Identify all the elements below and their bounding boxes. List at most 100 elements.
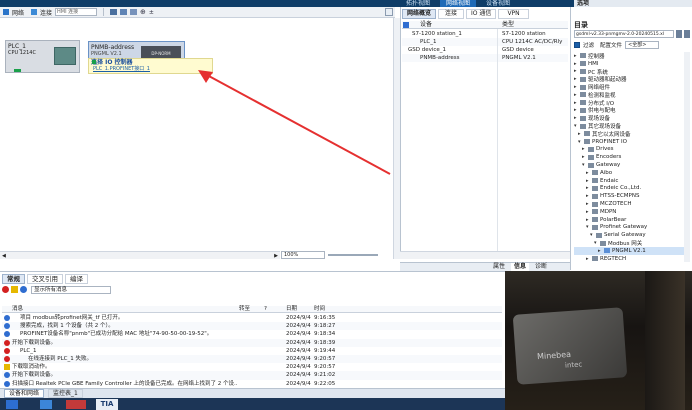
catalog-tree-item[interactable]: ▾ 其它现场设备 — [574, 122, 690, 130]
catalog-tree-item[interactable]: ▸ Encoders — [574, 153, 690, 161]
chevron-down-icon[interactable]: ▾ — [590, 232, 594, 238]
status-tab-watch-table[interactable]: 监控表_1 — [48, 389, 83, 398]
message-row[interactable]: 扫描接口 Realtek PCIe GBE Family Controller … — [2, 380, 502, 388]
catalog-tree-item[interactable]: ▸ MCZOTECH — [574, 200, 690, 208]
time-column-header[interactable]: 时间 — [314, 306, 325, 313]
zoom-select[interactable]: 100% — [281, 251, 325, 259]
catalog-tree-item[interactable]: ▸ 检测和监视 — [574, 91, 690, 99]
overview-row[interactable]: S7-1200 station_1 S7-1200 station — [402, 30, 568, 38]
tab-properties[interactable]: 属性 — [490, 263, 508, 271]
catalog-tree-item[interactable]: ▸ 分布式 I/O — [574, 99, 690, 107]
message-row[interactable]: 开始下载到设备。 2024/9/4 9:18:39 — [2, 338, 502, 347]
catalog-tree-item[interactable]: ▸ 其它以太网设备 — [574, 130, 690, 138]
message-filter-select[interactable]: 显示所有消息 — [31, 285, 111, 294]
chevron-right-icon[interactable]: ▸ — [574, 107, 578, 113]
tab-connections[interactable]: 连接 — [438, 9, 465, 19]
overview-row[interactable]: GSD device_1 GSD device — [402, 46, 568, 54]
status-tab-devices-networks[interactable]: 设备和网络 — [4, 389, 45, 398]
catalog-tree-item[interactable]: ▾ Gateway — [574, 161, 690, 169]
chevron-right-icon[interactable]: ▸ — [574, 100, 578, 106]
chevron-right-icon[interactable]: ▸ — [574, 76, 578, 82]
chevron-right-icon[interactable]: ▸ — [586, 170, 590, 176]
chevron-right-icon[interactable]: ▸ — [574, 84, 578, 90]
chevron-right-icon[interactable]: ▸ — [586, 201, 590, 207]
catalog-tree-item[interactable]: ▸ 驱动器和起动器 — [574, 75, 690, 83]
chevron-down-icon[interactable]: ▾ — [574, 123, 578, 129]
date-column-header[interactable]: 日期 — [286, 306, 297, 313]
overview-row[interactable]: PNMB-address PNGML V2.1 — [402, 54, 568, 62]
overview-divider[interactable] — [497, 29, 498, 251]
chevron-down-icon[interactable]: ▾ — [578, 139, 582, 145]
chevron-right-icon[interactable]: ▸ — [582, 154, 586, 160]
warning-filter-icon[interactable] — [11, 286, 18, 293]
taskbar-explorer-icon[interactable] — [40, 400, 52, 409]
message-row[interactable]: PLC_1 2024/9/4 9:19:44 — [2, 347, 502, 355]
zoom-slider[interactable] — [328, 254, 378, 256]
message-row[interactable]: 项目 modbus转profinet网关_tf 已打开。 2024/9/4 9:16… — [2, 314, 502, 322]
help-column-header[interactable]: ? — [264, 306, 267, 313]
canvas-hscrollbar[interactable]: ◀ ▶ — [0, 251, 280, 259]
catalog-tree-item[interactable]: ▾ Profinet Gateway — [574, 224, 690, 232]
catalog-tree-item[interactable]: ▸ REGTECH — [574, 255, 690, 263]
message-row[interactable]: PROFINET设备名称"pnmb"已成功分配给 MAC 地址"74-90-50… — [2, 330, 502, 338]
message-column-header[interactable]: 消息 — [12, 306, 23, 313]
overview-row[interactable]: PLC_1 CPU 1214C AC/DC/Rly — [402, 38, 568, 46]
chevron-right-icon[interactable]: ▸ — [574, 92, 578, 98]
tab-cross-reference[interactable]: 交叉引用 — [27, 274, 63, 284]
error-filter-icon[interactable] — [2, 286, 9, 293]
catalog-tree-item[interactable]: ▸ 现场设备 — [574, 114, 690, 122]
tab-info[interactable]: 信息 — [510, 263, 529, 271]
taskbar-start-icon[interactable] — [6, 400, 18, 409]
message-row[interactable]: 在线连接到 PLC_1 失败。 2024/9/4 9:20:57 — [2, 354, 502, 364]
chevron-down-icon[interactable]: ▾ — [586, 224, 590, 230]
chevron-right-icon[interactable]: ▸ — [586, 217, 590, 223]
catalog-tree-item[interactable]: ▾ Serial Gateway — [574, 231, 690, 239]
taskbar-app-icon[interactable] — [66, 400, 86, 409]
chevron-right-icon[interactable]: ▸ — [586, 185, 590, 191]
chevron-right-icon[interactable]: ▸ — [578, 131, 582, 137]
type-column-header[interactable]: 类型 — [502, 21, 514, 29]
catalog-tree-item[interactable]: ▸ Aibo — [574, 169, 690, 177]
catalog-tree-item[interactable]: ▾ Modbus 网关 — [574, 239, 690, 247]
catalog-tree-item[interactable]: ▸ HMI — [574, 60, 690, 68]
chevron-right-icon[interactable]: ▸ — [574, 53, 578, 59]
overview-hscrollbar[interactable] — [400, 251, 570, 259]
taskbar-tia-button[interactable]: TIA — [96, 399, 118, 410]
tab-compile[interactable]: 编译 — [65, 274, 88, 284]
catalog-tree-item[interactable]: ▸ Endeic Co.,Ltd. — [574, 185, 690, 193]
chevron-down-icon[interactable]: ▾ — [582, 162, 586, 168]
catalog-tree-item[interactable]: ▸ MDPN — [574, 208, 690, 216]
tab-io-communication[interactable]: IO 通信 — [466, 9, 497, 19]
catalog-tree-item[interactable]: ▸ Endaic — [574, 177, 690, 185]
tab-diagnostics[interactable]: 诊断 — [532, 263, 550, 271]
chevron-right-icon[interactable]: ▸ — [586, 209, 590, 215]
chevron-right-icon[interactable]: ▸ — [574, 115, 578, 121]
catalog-search-icon[interactable] — [676, 30, 682, 38]
tab-network-overview[interactable]: 网络概览 — [402, 9, 437, 19]
catalog-tree-item[interactable]: ▸ HTSS-ECMPNS — [574, 192, 690, 200]
chevron-right-icon[interactable]: ▸ — [574, 61, 578, 67]
catalog-tree-item[interactable]: ▸ 供电与配电 — [574, 107, 690, 114]
catalog-search-input[interactable]: gsdml-v2.33-pnmgmv-2.0-20240515.xl — [574, 30, 674, 38]
catalog-search-next-icon[interactable] — [684, 30, 690, 38]
scroll-right-arrow[interactable]: ▶ — [274, 253, 278, 259]
chevron-right-icon[interactable]: ▸ — [598, 248, 602, 254]
chevron-down-icon[interactable]: ▾ — [594, 240, 598, 246]
canvas-vscrollbar[interactable] — [393, 18, 400, 259]
goto-column-header[interactable]: 转至 — [239, 306, 250, 313]
scroll-left-arrow[interactable]: ◀ — [2, 253, 6, 259]
message-row[interactable]: 下载取消动作。 2024/9/4 9:20:57 — [2, 363, 502, 371]
catalog-tree-item[interactable]: ▸ PC 系统 — [574, 68, 690, 75]
filter-checkbox[interactable] — [574, 42, 580, 48]
catalog-tree-item[interactable]: ▸ Drives — [574, 146, 690, 154]
catalog-tree-item[interactable]: ▸ PolarBear — [574, 216, 690, 224]
chevron-right-icon[interactable]: ▸ — [586, 193, 590, 199]
catalog-tree-item[interactable]: ▸ 控制器 — [574, 52, 690, 60]
device-column-header[interactable]: 设备 — [420, 21, 432, 29]
chevron-right-icon[interactable]: ▸ — [582, 146, 586, 152]
info-filter-icon[interactable] — [20, 286, 27, 293]
chevron-right-icon[interactable]: ▸ — [586, 178, 590, 184]
chevron-right-icon[interactable]: ▸ — [574, 68, 578, 74]
tab-general[interactable]: 常规 — [2, 274, 25, 284]
profile-select[interactable]: <全部> — [625, 41, 660, 49]
